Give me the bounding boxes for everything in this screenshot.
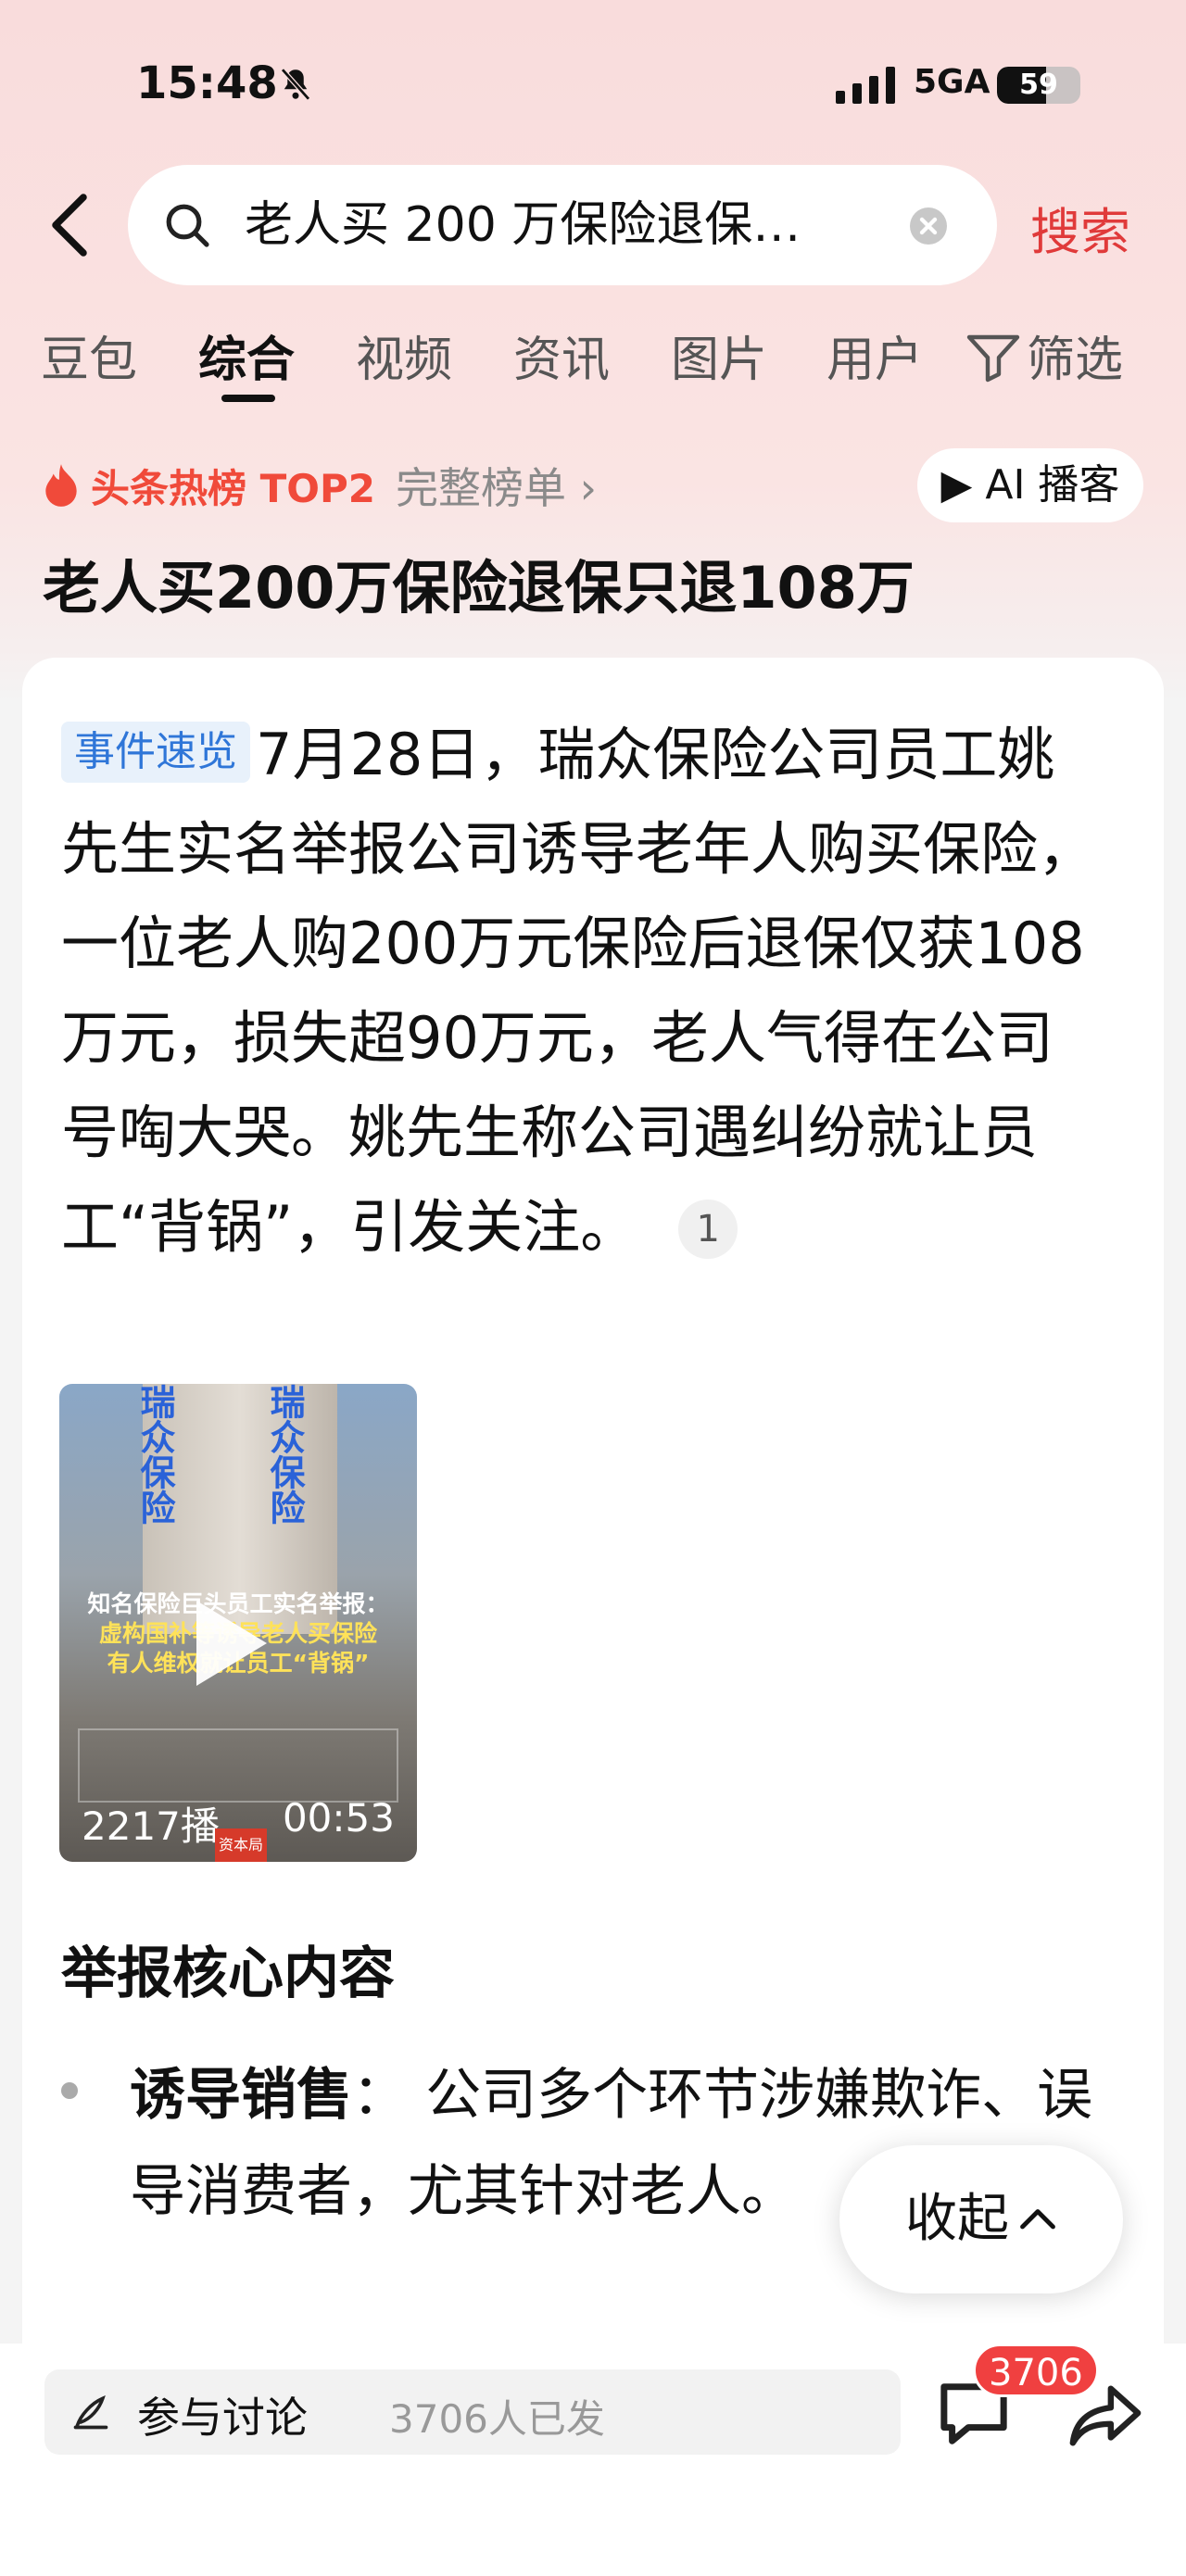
video-thumbnail[interactable]: 瑞众保险 瑞众保险 知名保险巨头员工实名举报： 虚构国补等诱导老人买保险 有人维… xyxy=(59,1384,417,1862)
ai-podcast-button[interactable]: ▶ AI 播客 xyxy=(917,448,1143,522)
bottom-bar: 参与讨论 3706人已发 3706 xyxy=(0,2344,1186,2576)
clear-search-icon[interactable] xyxy=(910,207,947,245)
event-summary-tag: 事件速览 xyxy=(61,722,250,783)
full-rank-link[interactable]: 完整榜单 › xyxy=(396,455,597,516)
bell-muted-icon xyxy=(281,68,310,101)
active-tab-indicator xyxy=(221,395,275,402)
status-bar: 15:48 5GA 59 xyxy=(0,57,1186,117)
tab-doubao[interactable]: 豆包 xyxy=(41,320,137,390)
share-icon[interactable] xyxy=(1067,2382,1143,2449)
collapse-label: 收起 xyxy=(905,2189,1009,2249)
tab-video[interactable]: 视频 xyxy=(356,320,452,390)
page-title: 老人买200万保险退保只退108万 xyxy=(43,554,915,622)
back-arrow-icon[interactable] xyxy=(46,193,93,258)
flame-icon xyxy=(45,464,77,507)
hot-rank-label: 头条热榜 TOP2 xyxy=(91,465,375,511)
search-bar[interactable]: 老人买 200 万保险退保… xyxy=(128,165,997,285)
pen-icon xyxy=(73,2395,108,2430)
hot-rank-row[interactable]: 头条热榜 TOP2 完整榜单 › xyxy=(41,458,597,513)
status-time: 15:48 xyxy=(136,57,278,109)
bullet-sep: ： xyxy=(352,2063,408,2128)
video-ceiling xyxy=(78,1728,398,1803)
play-icon[interactable] xyxy=(196,1601,267,1686)
citation-badge[interactable]: 1 xyxy=(678,1200,738,1259)
signal-icon xyxy=(836,67,895,104)
page: 15:48 5GA 59 老人买 200 万保险退保… 搜索 豆包 综合 视频 … xyxy=(0,0,1186,2576)
event-summary-text: 7月28日，瑞众保险公司员工姚先生实名举报公司诱导老年人购买保险，一位老人购20… xyxy=(61,721,1096,1261)
video-duration: 00:53 xyxy=(282,1795,395,1841)
video-sign-right: 瑞众保险 xyxy=(264,1384,305,1525)
filter-button[interactable]: 筛选 xyxy=(965,320,1123,390)
discuss-count: 3706人已发 xyxy=(389,2396,605,2442)
filter-icon xyxy=(966,334,1020,383)
tab-images[interactable]: 图片 xyxy=(671,320,767,390)
battery-level: 59 xyxy=(1019,69,1058,101)
tab-news[interactable]: 资讯 xyxy=(513,320,610,390)
filter-label: 筛选 xyxy=(1027,333,1124,388)
event-summary: 事件速览 7月28日，瑞众保险公司员工姚先生实名举报公司诱导老年人购买保险，一位老… xyxy=(61,708,1108,1275)
content-card: 事件速览 7月28日，瑞众保险公司员工姚先生实名举报公司诱导老年人购买保险，一位老… xyxy=(22,658,1164,2344)
tab-bar: 豆包 综合 视频 资讯 图片 用户 筛选 xyxy=(0,320,1186,404)
chevron-up-icon xyxy=(1020,2209,1055,2230)
collapse-button[interactable]: 收起 xyxy=(839,2145,1123,2293)
video-source-logo: 资本局 xyxy=(215,1828,267,1862)
video-sign-left: 瑞众保险 xyxy=(134,1384,175,1525)
search-icon xyxy=(166,204,209,247)
network-type: 5GA xyxy=(914,63,990,101)
tab-users[interactable]: 用户 xyxy=(826,320,923,390)
discuss-label: 参与讨论 xyxy=(137,2393,308,2443)
search-button[interactable]: 搜索 xyxy=(1030,191,1130,264)
tab-all[interactable]: 综合 xyxy=(198,320,295,390)
discuss-input[interactable]: 参与讨论 3706人已发 xyxy=(44,2369,901,2455)
bullet-term: 诱导销售 xyxy=(130,2063,352,2128)
bullet-dot xyxy=(61,2082,78,2099)
search-input[interactable]: 老人买 200 万保险退保… xyxy=(245,196,977,254)
battery-icon: 59 xyxy=(997,67,1080,104)
section-title: 举报核心内容 xyxy=(61,1941,395,2006)
